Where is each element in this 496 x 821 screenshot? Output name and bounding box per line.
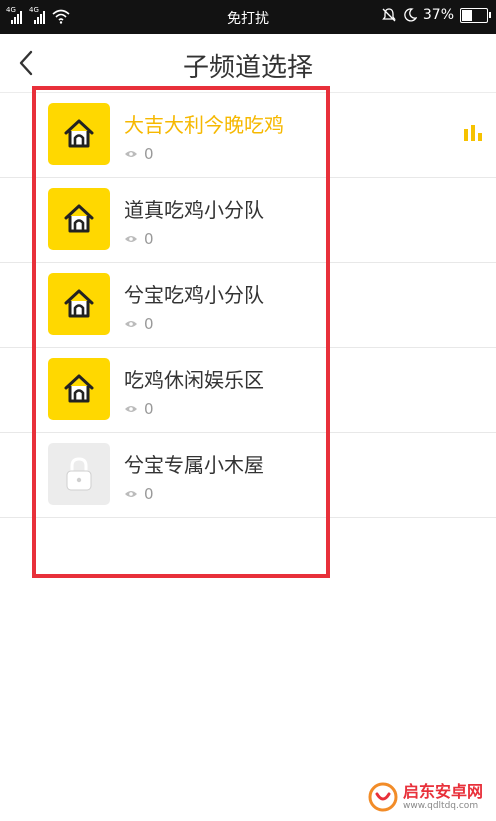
channel-list: 大吉大利今晚吃鸡 0 道真吃鸡小分队 0 兮宝吃鸡小分队 0 吃鸡休闲娱乐区 0… (0, 93, 496, 518)
view-count-value: 0 (144, 145, 154, 163)
channel-name: 兮宝专属小木屋 (124, 453, 264, 477)
watermark-brand: 启东安卓网 (403, 781, 484, 801)
view-count-value: 0 (144, 230, 154, 248)
eye-icon (125, 151, 137, 157)
channel-item[interactable]: 兮宝吃鸡小分队 0 (0, 263, 496, 348)
channel-name: 大吉大利今晚吃鸡 (124, 113, 284, 137)
view-count-value: 0 (144, 400, 154, 418)
bell-off-icon (382, 8, 396, 22)
channel-view-count: 0 (124, 230, 154, 248)
watermark-url: www.qdltdq.com (403, 800, 479, 811)
now-playing-icon (464, 125, 482, 141)
channel-view-count: 0 (124, 400, 154, 418)
battery-percent: 37% (422, 7, 454, 23)
house-icon (64, 204, 94, 233)
view-count-value: 0 (144, 315, 154, 333)
channel-item[interactable]: 兮宝专属小木屋 0 (0, 433, 496, 518)
status-right-group: 37% (381, 7, 491, 23)
status-bar: 4G 4G 免打扰 37% (0, 0, 496, 34)
view-count-value: 0 (144, 485, 154, 503)
lock-icon (66, 457, 92, 491)
channel-thumbnail (48, 273, 110, 335)
channel-item[interactable]: 道真吃鸡小分队 0 (0, 178, 496, 263)
eye-icon (125, 406, 137, 412)
page-title: 子频道选择 (182, 53, 313, 83)
channel-item[interactable]: 大吉大利今晚吃鸡 0 (0, 93, 496, 178)
house-icon (64, 119, 94, 148)
eye-icon (125, 321, 137, 327)
channel-view-count: 0 (124, 315, 154, 333)
moon-icon (404, 8, 417, 22)
battery-icon (460, 7, 491, 23)
channel-item[interactable]: 吃鸡休闲娱乐区 0 (0, 348, 496, 433)
channel-thumbnail (48, 358, 110, 420)
house-icon (64, 289, 94, 318)
watermark: 启东安卓网 www.qdltdq.com (368, 782, 483, 812)
channel-thumbnail (48, 103, 110, 165)
channel-thumbnail (48, 443, 110, 505)
eye-icon (125, 491, 137, 497)
house-icon (64, 374, 94, 403)
channel-thumbnail (48, 188, 110, 250)
page-header: 子频道选择 (0, 34, 496, 93)
watermark-logo-icon (368, 782, 398, 812)
channel-name: 道真吃鸡小分队 (124, 198, 264, 222)
channel-view-count: 0 (124, 145, 154, 163)
eye-icon (125, 236, 137, 242)
channel-name: 兮宝吃鸡小分队 (124, 283, 264, 307)
channel-view-count: 0 (124, 485, 154, 503)
channel-name: 吃鸡休闲娱乐区 (124, 368, 264, 392)
